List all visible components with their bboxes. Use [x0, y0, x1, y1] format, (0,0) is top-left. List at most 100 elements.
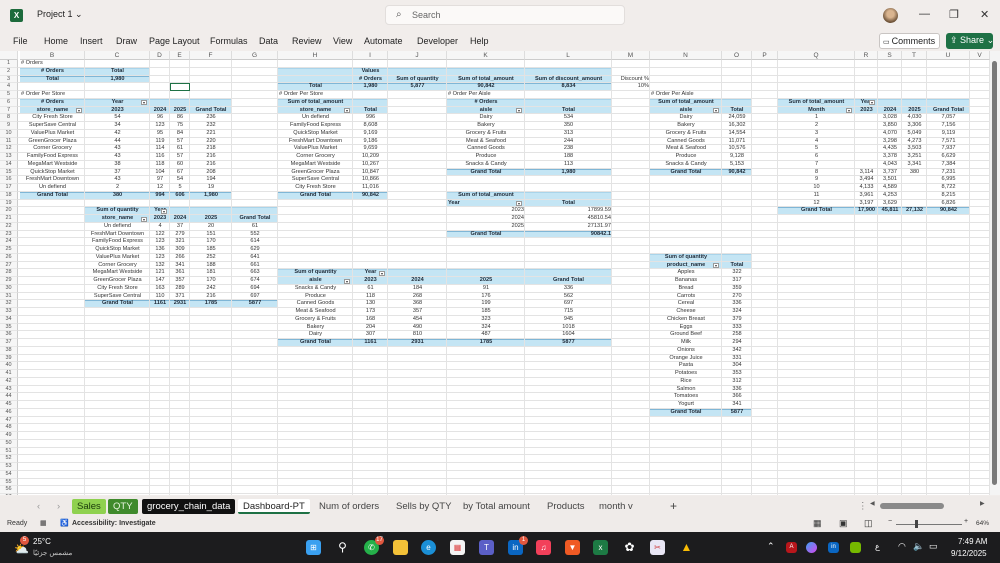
pivot-cell[interactable]: 371 [170, 293, 190, 301]
pivot-header-cell[interactable]: 2025 [447, 277, 525, 285]
pivot-cell[interactable]: 562 [525, 293, 612, 301]
pivot-cell[interactable]: 258 [722, 331, 752, 339]
column-header-U[interactable]: U [927, 51, 970, 60]
row-header[interactable]: 4 [0, 83, 18, 91]
pivot-header-cell[interactable]: 2024 [150, 107, 170, 115]
pivot-cell[interactable]: 4,589 [878, 184, 902, 192]
sheet-tab-month-v[interactable]: month v [594, 499, 638, 514]
pivot-cell[interactable]: GreenGrocer Plaza [278, 169, 353, 177]
pivot-cell[interactable]: 104 [150, 169, 170, 177]
pivot-cell[interactable]: Ground Beef [650, 331, 722, 339]
row-header[interactable]: 55 [0, 479, 18, 487]
row-header[interactable]: 14 [0, 161, 18, 169]
pivot-header-cell[interactable]: store_name [278, 107, 353, 115]
pivot-cell[interactable]: 252 [190, 254, 232, 262]
pivot-header-cell[interactable]: 2025 [170, 107, 190, 115]
pivot-cell[interactable]: 3,341 [902, 161, 927, 169]
pivot-cell[interactable]: 67 [170, 169, 190, 177]
scroll-thumb[interactable] [992, 61, 997, 485]
pivot-total-cell[interactable]: Grand Total [20, 192, 85, 200]
pivot-cell[interactable]: Yogurt [650, 401, 722, 409]
row-header[interactable]: 6 [0, 99, 18, 107]
pivot-cell[interactable]: 322 [722, 269, 752, 277]
row-header[interactable]: 51 [0, 448, 18, 456]
row-header[interactable]: 15 [0, 169, 18, 177]
ribbon-tab-review[interactable]: Review [292, 36, 322, 46]
pivot-total-cell[interactable]: 5,877 [388, 83, 447, 91]
pivot-cell[interactable]: 216 [190, 153, 232, 161]
pivot-cell[interactable]: Corner Grocery [278, 153, 353, 161]
pivot-total-cell[interactable]: 2931 [388, 339, 447, 347]
pivot-cell[interactable]: 86 [170, 114, 190, 122]
pivot-cell[interactable] [902, 184, 927, 192]
pivot-total-cell[interactable]: Grand Total [85, 300, 150, 308]
pivot-header-cell[interactable]: aisle [278, 277, 353, 285]
workbook-title[interactable]: Project 1 ⌄ [37, 9, 83, 20]
column-header-D[interactable]: D [150, 51, 170, 60]
pivot-cell[interactable]: Grocery & Fruits [447, 130, 525, 138]
pivot-cell[interactable]: 4 [150, 223, 170, 231]
pivot-cell[interactable]: 122 [150, 231, 170, 239]
pivot-cell[interactable]: 307 [353, 331, 388, 339]
pivot-header-cell[interactable]: Sum of quantity [278, 269, 353, 277]
pivot-cell[interactable]: 361 [170, 269, 190, 277]
pivot-cell[interactable]: 7,384 [927, 161, 970, 169]
pivot-header-cell[interactable]: Year [447, 200, 525, 208]
row-header[interactable]: 46 [0, 409, 18, 417]
pivot-title[interactable]: # Order Per Store [20, 91, 85, 99]
pivot-cell[interactable]: FamilyFood Express [20, 153, 85, 161]
pivot-header-cell[interactable]: Month [778, 107, 855, 115]
pivot-cell[interactable]: 34 [85, 122, 150, 130]
pivot-cell[interactable]: 119 [150, 138, 170, 146]
pivot-cell[interactable]: Tomatoes [650, 393, 722, 401]
pivot-total-cell[interactable]: 5877 [722, 409, 752, 417]
row-header[interactable]: 32 [0, 300, 18, 308]
zoom-slider[interactable]: − + [888, 520, 970, 529]
pivot-cell[interactable]: 221 [190, 130, 232, 138]
pivot-cell[interactable]: 3,850 [878, 122, 902, 130]
row-header[interactable]: 35 [0, 324, 18, 332]
pivot-cell[interactable] [902, 200, 927, 208]
pivot-cell[interactable]: Produce [278, 293, 353, 301]
pivot-cell[interactable]: 304 [722, 362, 752, 370]
pivot-cell[interactable]: 3,378 [878, 153, 902, 161]
pivot-cell[interactable]: 11 [778, 192, 855, 200]
row-header[interactable]: 7 [0, 107, 18, 115]
pivot-cell[interactable]: 4 [778, 138, 855, 146]
pivot-cell[interactable]: 12 [150, 184, 170, 192]
normal-view-icon[interactable]: ▦ [813, 518, 822, 529]
pivot-cell[interactable]: 37 [170, 223, 190, 231]
pivot-total-cell[interactable]: 1,980 [85, 76, 150, 84]
pivot-cell[interactable]: 244 [525, 138, 612, 146]
pivot-cell[interactable]: 57 [170, 138, 190, 146]
pivot-cell[interactable]: 366 [722, 393, 752, 401]
row-header[interactable]: 11 [0, 138, 18, 146]
macro-record-icon[interactable]: ▦ [40, 519, 47, 527]
pivot-cell[interactable]: 294 [722, 339, 752, 347]
pivot-cell[interactable]: 3,494 [855, 176, 878, 184]
pivot-cell[interactable]: 43 [85, 153, 150, 161]
row-header[interactable]: 37 [0, 339, 18, 347]
pivot-cell[interactable]: 341 [722, 401, 752, 409]
pivot-cell[interactable]: Snacks & Candy [447, 161, 525, 169]
zoom-level[interactable]: 64% [976, 520, 989, 527]
pivot-header-cell[interactable]: Grand Total [190, 107, 232, 115]
pivot-cell[interactable]: 3,114 [855, 169, 878, 177]
row-header[interactable]: 33 [0, 308, 18, 316]
pivot-cell[interactable]: 17899.59 [525, 207, 612, 215]
pivot-cell[interactable]: 4,133 [855, 184, 878, 192]
row-header[interactable]: 29 [0, 277, 18, 285]
pivot-cell[interactable]: 342 [722, 347, 752, 355]
chatgpt-icon[interactable]: ✿ [622, 540, 637, 555]
pivot-cell[interactable]: GreenGrocer Plaza [20, 138, 85, 146]
clock-time[interactable]: 7:49 AM [958, 537, 987, 546]
pivot-cell[interactable]: 336 [722, 300, 752, 308]
pivot-cell[interactable]: Bakery [447, 122, 525, 130]
pivot-cell[interactable]: Onions [650, 347, 722, 355]
pivot-cell[interactable]: 697 [525, 300, 612, 308]
close-button[interactable]: ✕ [980, 8, 989, 21]
next-sheet-arrow-icon[interactable]: › [52, 499, 65, 514]
pivot-header-cell[interactable]: 2023 [855, 107, 878, 115]
column-header-B[interactable]: B [20, 51, 85, 60]
sheet-tab-by-total-amount[interactable]: by Total amount [458, 499, 535, 514]
